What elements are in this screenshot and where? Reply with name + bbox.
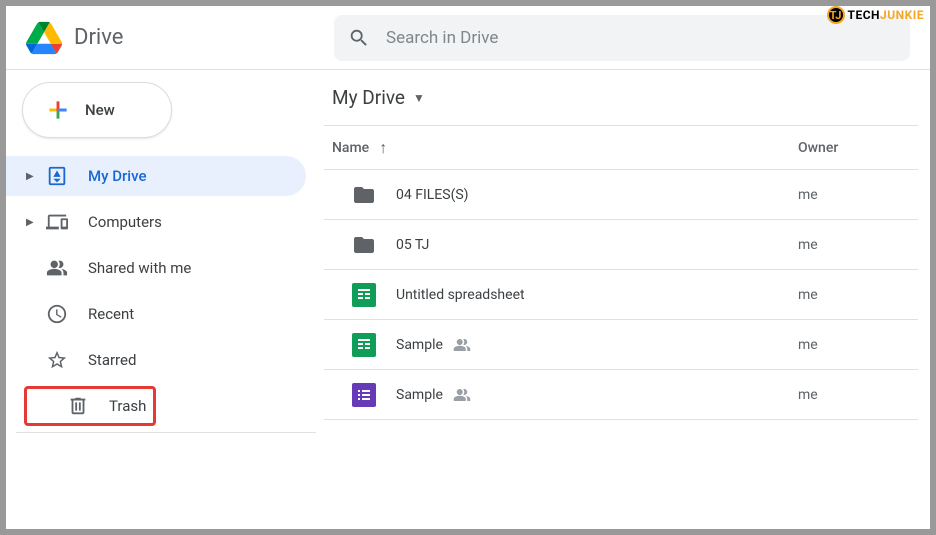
watermark: TJ TECHJUNKIE — [827, 6, 924, 24]
file-row[interactable]: 05 TJ me — [324, 220, 918, 270]
folder-icon — [352, 233, 376, 257]
caret-icon: ▶ — [26, 171, 38, 182]
folder-icon — [352, 183, 376, 207]
file-row[interactable]: 04 FILES(S) me — [324, 170, 918, 220]
column-name[interactable]: Name ↑ — [332, 138, 798, 158]
file-row[interactable]: Untitled spreadsheet me — [324, 270, 918, 320]
nav-label: Computers — [88, 213, 162, 231]
header: Drive — [6, 6, 930, 70]
chevron-down-icon: ▼ — [413, 91, 425, 105]
nav-recent[interactable]: Recent — [6, 294, 306, 334]
app-title: Drive — [74, 25, 123, 50]
shared-badge-icon — [453, 336, 471, 354]
drive-icon — [46, 165, 68, 187]
new-label: New — [85, 101, 115, 119]
nav-label: Recent — [88, 305, 134, 323]
search-icon — [348, 27, 370, 49]
shared-badge-icon — [453, 386, 471, 404]
file-owner: me — [798, 237, 918, 253]
nav-label: Starred — [88, 351, 136, 369]
star-icon — [46, 349, 68, 371]
file-name: 04 FILES(S) — [396, 187, 798, 203]
column-owner[interactable]: Owner — [798, 140, 918, 156]
sidebar-divider — [16, 432, 316, 433]
sidebar: New ▶ My Drive ▶ Computers — [6, 70, 316, 529]
file-owner: me — [798, 287, 918, 303]
file-name: Untitled spreadsheet — [396, 287, 798, 303]
file-name: 05 TJ — [396, 237, 798, 253]
new-button[interactable]: New — [22, 82, 172, 138]
file-owner: me — [798, 337, 918, 353]
nav-label: Trash — [109, 397, 146, 415]
file-row[interactable]: Sample me — [324, 370, 918, 420]
computers-icon — [46, 211, 68, 233]
main-content: My Drive ▼ Name ↑ Owner 04 FILES(S) me — [316, 70, 930, 529]
breadcrumb[interactable]: My Drive ▼ — [324, 70, 918, 126]
search-input[interactable] — [386, 28, 896, 48]
sheets-icon — [352, 283, 376, 307]
plus-icon — [45, 97, 71, 123]
file-owner: me — [798, 187, 918, 203]
file-name: Sample — [396, 336, 798, 354]
clock-icon — [46, 303, 68, 325]
trash-icon — [67, 395, 89, 417]
nav-starred[interactable]: Starred — [6, 340, 306, 380]
logo-section[interactable]: Drive — [18, 20, 334, 56]
caret-icon: ▶ — [26, 217, 38, 228]
nav-computers[interactable]: ▶ Computers — [6, 202, 306, 242]
breadcrumb-title: My Drive — [332, 86, 405, 109]
shared-icon — [46, 257, 68, 279]
nav-label: My Drive — [88, 167, 147, 185]
sheets-icon — [352, 333, 376, 357]
file-row[interactable]: Sample me — [324, 320, 918, 370]
search-bar[interactable] — [334, 15, 910, 61]
watermark-logo: TJ — [827, 6, 845, 24]
nav-my-drive[interactable]: ▶ My Drive — [6, 156, 306, 196]
nav-trash[interactable]: Trash — [24, 386, 156, 426]
drive-logo-icon — [26, 20, 62, 56]
file-owner: me — [798, 387, 918, 403]
sort-arrow-icon: ↑ — [379, 138, 387, 158]
nav-shared[interactable]: Shared with me — [6, 248, 306, 288]
nav: ▶ My Drive ▶ Computers — [6, 156, 316, 426]
watermark-text: TECHJUNKIE — [848, 8, 924, 22]
list-header: Name ↑ Owner — [324, 126, 918, 170]
file-name: Sample — [396, 386, 798, 404]
nav-label: Shared with me — [88, 259, 191, 277]
forms-icon — [352, 383, 376, 407]
